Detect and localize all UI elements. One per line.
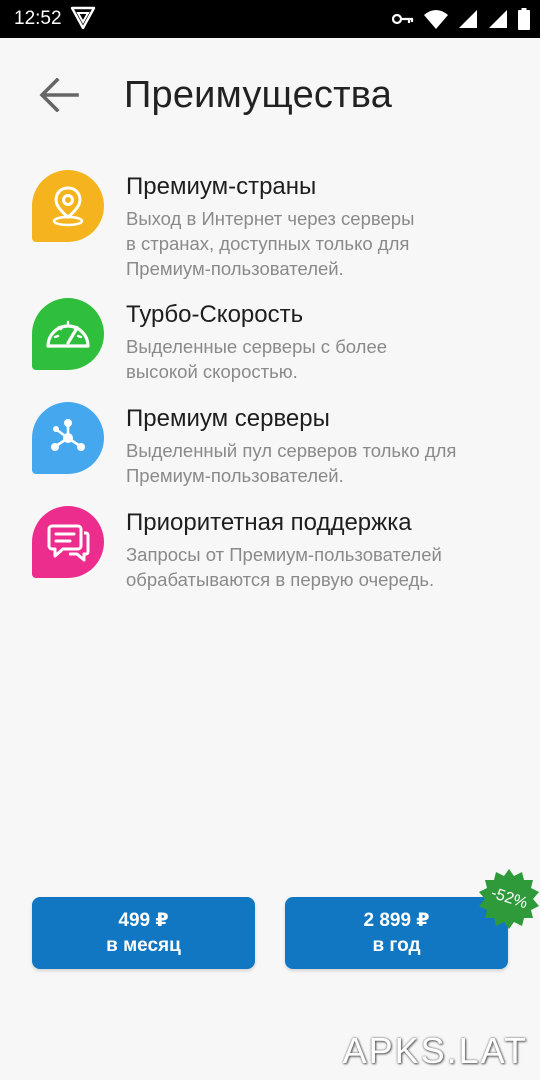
feature-priority-support: Приоритетная поддержка Запросы от Премиу… <box>32 506 522 596</box>
plan-period: в месяц <box>106 935 181 956</box>
watermark: APKS.LAT <box>342 1030 528 1071</box>
feature-turbo-speed: Турбо-Скорость Выделенные серверы с боле… <box>32 298 522 388</box>
feature-premium-countries: Премиум-страны Выход в Интернет через се… <box>32 170 522 280</box>
wifi-icon <box>424 9 448 29</box>
speedometer-icon <box>32 298 104 370</box>
feature-title: Турбо-Скорость <box>126 301 304 328</box>
feature-premium-servers: Премиум серверы Выделенный пул серверов … <box>32 402 522 492</box>
monthly-plan-button[interactable]: 499 ₽ в месяц <box>32 897 255 969</box>
signal-icon-2 <box>488 9 508 29</box>
feature-title: Премиум серверы <box>126 405 330 432</box>
feature-description: Выделенные серверы с более высокой скоро… <box>126 336 388 382</box>
page-title: Преимущества <box>124 74 393 116</box>
feature-description: Запросы от Премиум-пользователей обрабат… <box>126 544 442 590</box>
feature-description: Выделенный пул серверов только для Преми… <box>126 440 457 486</box>
vpn-shield-icon <box>70 6 96 30</box>
battery-icon <box>518 8 530 30</box>
status-time: 12:52 <box>14 8 62 29</box>
plan-period: в год <box>372 935 421 956</box>
chat-bubble-icon <box>32 506 104 578</box>
location-pin-icon <box>32 170 104 242</box>
feature-title: Приоритетная поддержка <box>126 509 412 536</box>
network-nodes-icon <box>32 402 104 474</box>
feature-title: Премиум-страны <box>126 173 317 200</box>
feature-description: Выход в Интернет через серверы в странах… <box>126 208 415 279</box>
key-icon <box>392 12 414 26</box>
plan-price: 499 ₽ <box>118 910 169 931</box>
status-bar: 12:52 <box>0 0 540 38</box>
signal-icon <box>458 9 478 29</box>
back-button[interactable] <box>36 76 82 118</box>
arrow-left-icon <box>39 76 79 117</box>
